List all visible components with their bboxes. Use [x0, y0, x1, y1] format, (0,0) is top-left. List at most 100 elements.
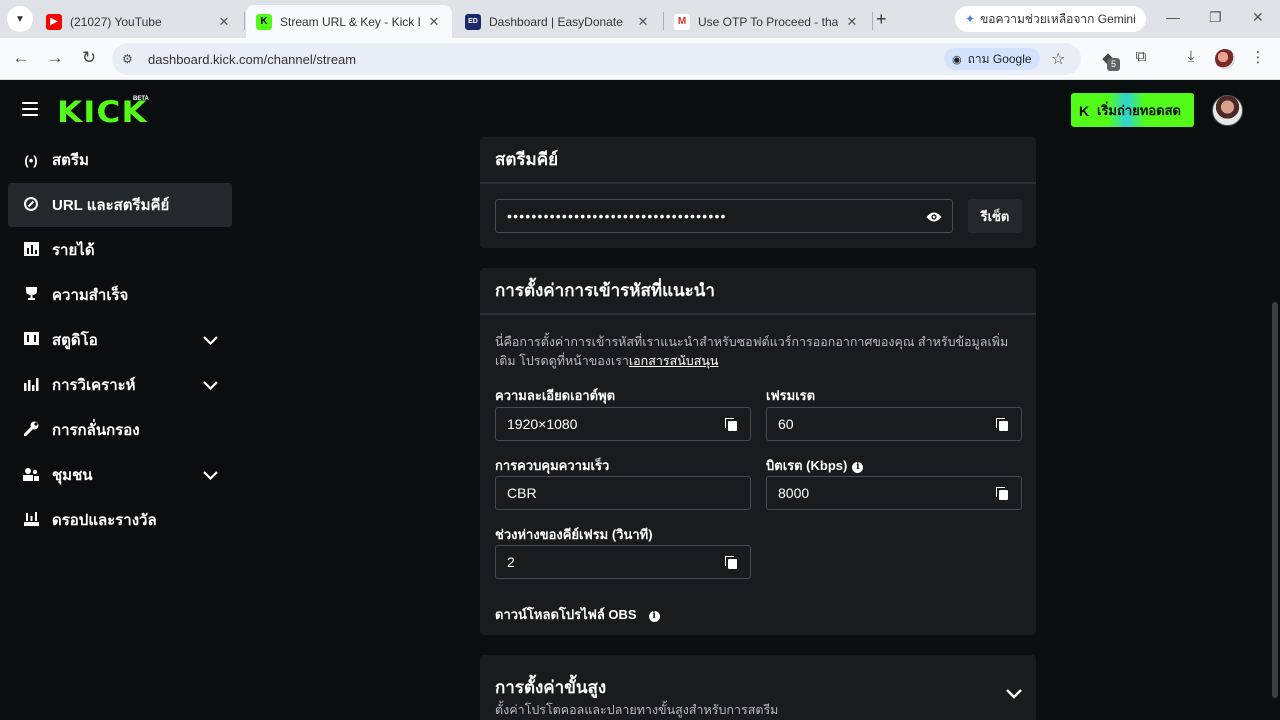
sidebar-item-analytics[interactable]: การวิเคราะห์: [8, 363, 232, 407]
sidebar-item-revenue[interactable]: รายได้: [8, 228, 232, 272]
scrollbar-thumb[interactable]: [1272, 302, 1278, 698]
sidebar-item-community[interactable]: ชุมชน: [8, 453, 232, 497]
sidebar-item-label: ชุมชน: [52, 467, 93, 484]
studio-icon: [22, 332, 40, 348]
keyframe-label: ช่วงห่างของคีย์เฟรม (วินาที): [495, 527, 653, 542]
rate-control-label: การควบคุมความเร็ว: [495, 458, 610, 473]
stream-key-card: สตรีมคีย์ ••••••••••••••••••••••••••••••…: [480, 137, 1036, 248]
eye-icon[interactable]: [926, 210, 942, 222]
minimize-icon[interactable]: —: [1166, 9, 1180, 25]
beta-badge: BETA: [133, 96, 149, 102]
tab-search-button[interactable]: ▼: [7, 6, 33, 32]
chevron-down-icon[interactable]: [203, 377, 218, 394]
obs-profile-label[interactable]: ดาวน์โหลดโปรไฟล์ OBS: [495, 607, 637, 622]
close-icon[interactable]: ✕: [635, 14, 651, 30]
chevron-down-icon: ▼: [15, 13, 25, 25]
ask-google-chip[interactable]: ◉ ถาม Google: [944, 48, 1040, 70]
sidebar-item-label: URL และสตรีมคีย์: [52, 197, 170, 214]
stream-key-field[interactable]: ••••••••••••••••••••••••••••••••••••: [495, 199, 953, 233]
puzzle-extensions-icon[interactable]: ⧉: [1130, 48, 1152, 65]
bookmark-star-icon[interactable]: ☆: [1051, 49, 1065, 69]
new-tab-button[interactable]: +: [876, 9, 887, 30]
framerate-field: 60: [766, 407, 1022, 441]
go-live-button[interactable]: K เริ่มถ่ายทอดสด: [1071, 93, 1194, 127]
support-docs-link[interactable]: เอกสารสนับสนุน: [629, 354, 719, 368]
copy-icon[interactable]: [996, 418, 1008, 431]
advanced-settings-title: การตั้งค่าขั้นสูง: [495, 678, 607, 697]
reload-icon[interactable]: ↻: [78, 48, 100, 68]
resolution-value: 1920×1080: [507, 416, 578, 432]
keyframe-value: 2: [507, 554, 515, 570]
download-icon[interactable]: ⤓: [1180, 48, 1202, 65]
advanced-settings-card[interactable]: การตั้งค่าขั้นสูง ตั้งค่าโปรโตคอลและปลาย…: [480, 655, 1036, 720]
more-menu-icon[interactable]: ⋮: [1247, 48, 1269, 66]
reset-button[interactable]: รีเซ็ต: [968, 199, 1022, 233]
bitrate-label: บิตเรต (Kbps): [766, 458, 848, 473]
browser-profile-avatar[interactable]: [1215, 49, 1235, 69]
stream-key-title: สตรีมคีย์: [480, 137, 1036, 184]
chevron-down-icon[interactable]: [203, 467, 218, 484]
site-settings-icon[interactable]: ⚙: [122, 52, 140, 66]
encoder-settings-title: การตั้งค่าการเข้ารหัสที่แนะนำ: [480, 268, 1036, 315]
copy-icon[interactable]: [996, 487, 1008, 500]
gmail-icon: M: [674, 13, 690, 30]
sidebar-item-achievements[interactable]: ความสำเร็จ: [8, 273, 232, 317]
analytics-icon: [22, 377, 40, 394]
close-window-icon[interactable]: ✕: [1252, 9, 1264, 26]
gemini-spark-icon: ✦: [965, 12, 976, 26]
extension-badge: 5: [1107, 58, 1120, 71]
chevron-down-icon[interactable]: [203, 332, 218, 349]
close-icon[interactable]: ✕: [216, 14, 232, 30]
revenue-icon: [22, 241, 40, 259]
restore-icon[interactable]: ❐: [1209, 9, 1222, 26]
wrench-icon: [22, 421, 40, 439]
gemini-label: ขอความช่วยเหลือจาก Gemini: [980, 11, 1136, 26]
sidebar-item-studio[interactable]: สตูดิโอ: [8, 318, 232, 362]
obs-profile-row[interactable]: ดาวน์โหลดโปรไฟล์ OBS i: [495, 604, 660, 625]
back-arrow-icon[interactable]: ←: [10, 48, 32, 68]
hamburger-menu-icon[interactable]: [22, 102, 38, 120]
bitrate-label-row: บิตเรต (Kbps) i: [766, 455, 864, 476]
chevron-down-icon[interactable]: [1006, 686, 1022, 704]
tab-kick[interactable]: K Stream URL & Key - Kick Das ✕: [246, 5, 452, 38]
go-live-label: เริ่มถ่ายทอดสด: [1097, 102, 1181, 118]
rate-control-value: CBR: [507, 485, 537, 501]
resolution-field: 1920×1080: [495, 407, 751, 441]
youtube-icon: ▶: [46, 13, 62, 30]
sidebar-item-drops-rewards[interactable]: ดรอปและรางวัล: [8, 498, 232, 542]
tab-title: (21027) YouTube: [70, 14, 162, 29]
drops-icon: [22, 511, 40, 529]
tab-gmail[interactable]: M Use OTP To Proceed - thawn ✕: [664, 5, 870, 38]
tab-separator: [244, 12, 245, 30]
encoder-settings-card: การตั้งค่าการเข้ารหัสที่แนะนำ นี่คือการต…: [480, 268, 1036, 635]
browser-toolbar: ← → ↻ ⚙ dashboard.kick.com/channel/strea…: [0, 38, 1280, 80]
bitrate-field: 8000: [766, 476, 1022, 510]
avatar[interactable]: [1212, 95, 1243, 126]
tab-youtube[interactable]: ▶ (21027) YouTube ✕: [36, 5, 242, 38]
gemini-button[interactable]: ✦ ขอความช่วยเหลือจาก Gemini: [955, 6, 1146, 32]
close-icon[interactable]: ✕: [844, 14, 860, 30]
tab-easydonate[interactable]: ED Dashboard | EasyDonate ✕: [455, 5, 661, 38]
broadcast-icon: (•): [24, 152, 38, 168]
trophy-icon: [22, 286, 40, 304]
close-icon[interactable]: ✕: [426, 14, 442, 30]
page-scrollbar[interactable]: [1270, 80, 1280, 720]
url-text: dashboard.kick.com/channel/stream: [148, 51, 357, 67]
encoder-description: นี่คือการตั้งค่าการเข้ารหัสที่เราแนะนำสำ…: [495, 333, 1025, 371]
address-bar[interactable]: ⚙ dashboard.kick.com/channel/stream: [112, 43, 1081, 75]
info-icon[interactable]: i: [648, 611, 660, 622]
copy-icon[interactable]: [725, 418, 737, 431]
sidebar-item-moderation[interactable]: การกลั่นกรอง: [8, 408, 232, 452]
sidebar-item-label: การวิเคราะห์: [52, 377, 136, 394]
ask-google-label: ถาม Google: [967, 51, 1032, 66]
forward-arrow-icon[interactable]: →: [44, 48, 66, 68]
sidebar-item-url-stream-key[interactable]: URL และสตรีมคีย์: [8, 183, 232, 227]
copy-icon[interactable]: [725, 556, 737, 569]
sidebar-item-stream[interactable]: (•) สตรีม: [8, 138, 232, 182]
link-icon: [22, 196, 40, 215]
browser-tab-bar: ▼ ▶ (21027) YouTube ✕ K Stream URL & Key…: [0, 0, 1280, 38]
resolution-label: ความละเอียดเอาต์พุต: [495, 388, 616, 403]
google-lens-icon: ◉: [952, 53, 962, 66]
tab-title: Use OTP To Proceed - thawn: [698, 14, 838, 29]
info-icon[interactable]: i: [852, 462, 864, 473]
